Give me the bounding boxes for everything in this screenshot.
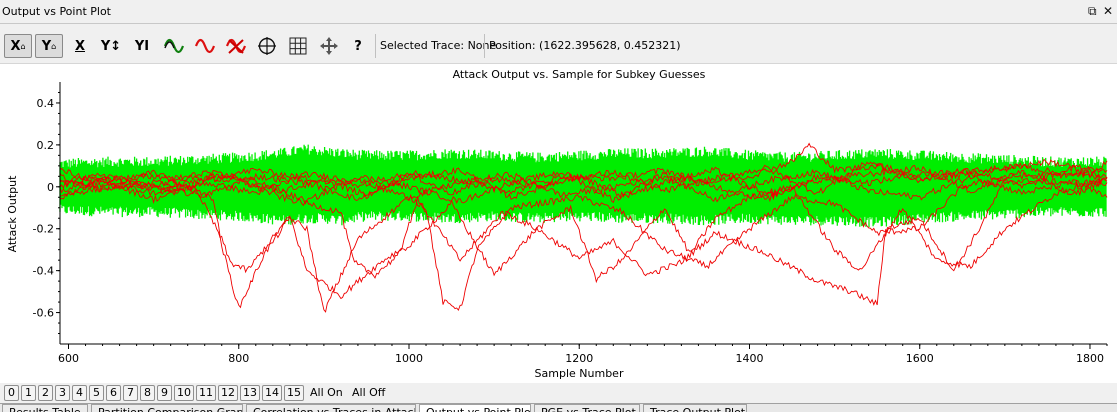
window-title: Output vs Point Plot (2, 5, 111, 18)
toolbar-separator (375, 34, 376, 58)
plot-toolbar: X ⌂ Y ⌂ X Y↕ YI ? Selected Trace: None P… (0, 24, 1117, 64)
wave-green-icon (163, 38, 185, 54)
dock-tab-bar: Results TablePartition Comparison GraphC… (0, 403, 1117, 412)
dock-tab[interactable]: Correlation vs Traces in Attack (246, 404, 416, 412)
close-icon[interactable]: ✕ (1103, 4, 1113, 18)
plot-body (59, 82, 1108, 344)
dock-tab[interactable]: Results Table (2, 404, 88, 412)
y-axis: 0.4 0.2 0 -0.2 -0.4 -0.6 (33, 82, 61, 344)
y-autoscale-label: Y↕ (100, 38, 122, 54)
y-tick-label: 0.2 (37, 139, 55, 152)
channel-toggle-7[interactable]: 7 (123, 385, 138, 401)
channel-toggle-2[interactable]: 2 (38, 385, 53, 401)
grid-button[interactable] (284, 34, 312, 58)
y-tick-label: 0.4 (37, 97, 55, 110)
channel-toggle-12[interactable]: 12 (218, 385, 238, 401)
lock-icon: ⌂ (51, 41, 57, 51)
x-tick-label: 800 (228, 352, 249, 365)
y-cursor-button[interactable]: YI (128, 34, 156, 58)
y-tick-label: -0.6 (33, 307, 54, 320)
x-axis-label: Sample Number (535, 367, 624, 380)
channel-toggle-9[interactable]: 9 (157, 385, 172, 401)
x-tick-label: 1400 (735, 352, 763, 365)
x-axis: 600 800 1000 1200 1400 1600 1800 (58, 343, 1108, 365)
y-tick-label: 0 (47, 181, 54, 194)
channel-toggle-14[interactable]: 14 (262, 385, 282, 401)
y-lock-button[interactable]: Y ⌂ (35, 34, 63, 58)
y-tick-label: -0.2 (33, 223, 54, 236)
dock-tab[interactable]: PGE vs Trace Plot (534, 404, 640, 412)
x-tick-label: 1200 (565, 352, 593, 365)
channel-toggle-5[interactable]: 5 (89, 385, 104, 401)
help-button[interactable]: ? (344, 34, 372, 58)
pan-icon (320, 37, 338, 55)
x-tick-label: 1000 (395, 352, 423, 365)
crosshair-button[interactable] (253, 34, 281, 58)
x-tick-label: 1800 (1076, 352, 1104, 365)
y-autoscale-button[interactable]: Y↕ (97, 34, 125, 58)
pan-button[interactable] (315, 34, 343, 58)
channel-toggle-13[interactable]: 13 (240, 385, 260, 401)
all-on-button[interactable]: All On (310, 386, 343, 399)
position-readout: Position: (1622.395628, 0.452321) (489, 39, 681, 52)
x-select-label: X (74, 38, 86, 54)
y-tick-label: -0.4 (33, 265, 54, 278)
channel-toggle-11[interactable]: 11 (196, 385, 216, 401)
window-titlebar: Output vs Point Plot ⧉ ✕ (0, 0, 1117, 24)
x-tick-label: 1600 (906, 352, 934, 365)
wave-red-icon (194, 38, 216, 54)
chart-title: Attack Output vs. Sample for Subkey Gues… (453, 68, 706, 81)
y-cursor-label: YI (134, 38, 150, 54)
x-tick-label: 600 (58, 352, 79, 365)
float-icon[interactable]: ⧉ (1088, 4, 1097, 19)
channel-toggle-10[interactable]: 10 (174, 385, 194, 401)
grid-icon (289, 37, 307, 55)
plot-area[interactable]: Attack Output vs. Sample for Subkey Gues… (0, 64, 1117, 383)
dock-tab[interactable]: Trace Output Plot (643, 404, 747, 412)
wave-clear-button[interactable] (222, 34, 250, 58)
lock-icon: ⌂ (20, 41, 26, 51)
channel-toggle-1[interactable]: 1 (21, 385, 36, 401)
selected-trace-label: Selected Trace: None (380, 39, 497, 52)
dock-tab[interactable]: Output vs Point Plot (419, 404, 531, 412)
wave-clear-icon (225, 38, 247, 54)
channel-toggle-8[interactable]: 8 (140, 385, 155, 401)
y-axis-label: Attack Output (6, 175, 19, 253)
channel-toggle-6[interactable]: 6 (106, 385, 121, 401)
channel-toggle-3[interactable]: 3 (55, 385, 70, 401)
y-lock-label: Y (41, 38, 52, 54)
toolbar-separator (484, 34, 485, 58)
wave-red-button[interactable] (191, 34, 219, 58)
channel-toggle-15[interactable]: 15 (284, 385, 304, 401)
channel-toggle-bar: 0 1 2 3 4 5 6 7 8 9 10 11 12 13 14 15 All On All Off (0, 383, 1117, 403)
channel-toggle-4[interactable]: 4 (72, 385, 87, 401)
crosshair-icon (258, 37, 276, 55)
x-select-button[interactable]: X (66, 34, 94, 58)
wave-green-button[interactable] (160, 34, 188, 58)
x-lock-button[interactable]: X ⌂ (4, 34, 32, 58)
x-lock-label: X (10, 38, 21, 54)
help-label: ? (354, 38, 362, 54)
dock-tab[interactable]: Partition Comparison Graph (91, 404, 243, 412)
channel-toggle-0[interactable]: 0 (4, 385, 19, 401)
all-off-button[interactable]: All Off (352, 386, 385, 399)
